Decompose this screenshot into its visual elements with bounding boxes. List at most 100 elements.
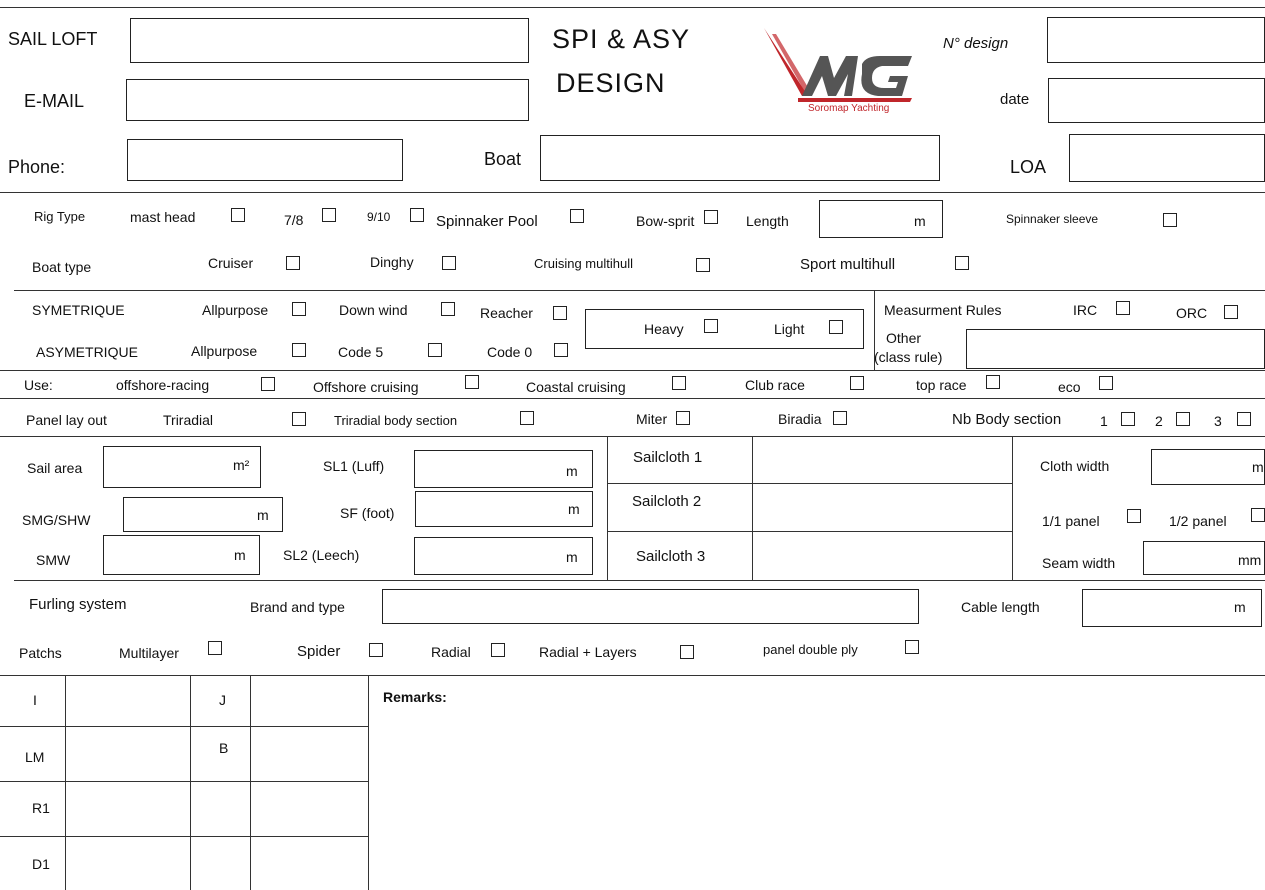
sl2-leech-unit: m <box>566 549 578 565</box>
measure-j-value[interactable] <box>251 676 368 726</box>
sf-foot-field[interactable] <box>415 491 593 527</box>
measurement-rules-label: Measurment Rules <box>884 302 1002 318</box>
light-checkbox[interactable] <box>829 320 843 334</box>
club-race-checkbox[interactable] <box>850 376 864 390</box>
smg-shw-label: SMG/SHW <box>22 512 91 528</box>
reacher-checkbox[interactable] <box>553 306 567 320</box>
coastal-cruising-checkbox[interactable] <box>672 376 686 390</box>
miter-label: Miter <box>636 411 668 427</box>
measure-d1-value[interactable] <box>66 837 190 890</box>
dinghy-checkbox[interactable] <box>442 256 456 270</box>
rule-sailtype <box>14 290 1265 291</box>
patchs-label: Patchs <box>19 645 62 661</box>
multilayer-checkbox[interactable] <box>208 641 222 655</box>
down-wind-checkbox[interactable] <box>441 302 455 316</box>
sailcloth-1-value[interactable] <box>753 437 1011 482</box>
cloth-width-label: Cloth width <box>1040 458 1110 474</box>
offshore-racing-checkbox[interactable] <box>261 377 275 391</box>
eco-checkbox[interactable] <box>1099 376 1113 390</box>
offshore-cruising-checkbox[interactable] <box>465 375 479 389</box>
measure-i-value[interactable] <box>66 676 190 726</box>
panel-full-checkbox[interactable] <box>1127 509 1141 523</box>
nb-body-1-checkbox[interactable] <box>1121 412 1135 426</box>
sailcloth-2-label: Sailcloth 2 <box>632 493 702 510</box>
heavy-checkbox[interactable] <box>704 319 718 333</box>
measure-i-label: I <box>33 692 37 708</box>
spinnaker-pool-label: Spinnaker Pool <box>436 213 538 230</box>
loa-label: LOA <box>1010 157 1047 177</box>
sail-area-unit: m² <box>233 457 250 473</box>
seam-width-unit: mm <box>1238 552 1262 568</box>
measure-r1-label: R1 <box>32 800 50 816</box>
irc-checkbox[interactable] <box>1116 301 1130 315</box>
sf-foot-unit: m <box>568 501 580 517</box>
nb-body-2-checkbox[interactable] <box>1176 412 1190 426</box>
sport-multihull-checkbox[interactable] <box>955 256 969 270</box>
triradial-checkbox[interactable] <box>292 412 306 426</box>
measure-j-label: J <box>219 692 226 708</box>
allpurpose-sym-label: Allpurpose <box>202 302 269 318</box>
spinnaker-pool-checkbox[interactable] <box>570 209 584 223</box>
panel-half-checkbox[interactable] <box>1251 508 1265 522</box>
sailcloth-3-value[interactable] <box>753 532 1011 579</box>
measure-lm-value[interactable] <box>66 727 190 781</box>
n-design-field[interactable] <box>1047 17 1265 63</box>
irc-label: IRC <box>1073 302 1098 318</box>
cloth-width-unit: m <box>1252 459 1264 475</box>
panel-double-ply-label: panel double ply <box>763 642 858 657</box>
furling-system-label: Furling system <box>29 596 127 613</box>
panel-double-ply-checkbox[interactable] <box>905 640 919 654</box>
top-race-checkbox[interactable] <box>986 375 1000 389</box>
down-wind-label: Down wind <box>339 302 408 318</box>
mast-head-label: mast head <box>130 209 196 225</box>
remarks-label: Remarks: <box>383 689 447 705</box>
date-field[interactable] <box>1048 78 1265 123</box>
light-label: Light <box>774 321 805 337</box>
spinnaker-sleeve-checkbox[interactable] <box>1163 213 1177 227</box>
triradial-body-checkbox[interactable] <box>520 411 534 425</box>
nb-body-section-label: Nb Body section <box>952 411 1062 428</box>
cruiser-checkbox[interactable] <box>286 256 300 270</box>
biradia-checkbox[interactable] <box>833 411 847 425</box>
radial-checkbox[interactable] <box>491 643 505 657</box>
smw-label: SMW <box>36 552 71 568</box>
remarks-area[interactable] <box>370 710 1260 885</box>
phone-field[interactable] <box>127 139 403 181</box>
spinnaker-sleeve-label: Spinnaker sleeve <box>1006 212 1099 226</box>
measure-b-value[interactable] <box>251 727 368 781</box>
sail-loft-label: SAIL LOFT <box>8 29 98 49</box>
code0-checkbox[interactable] <box>554 343 568 357</box>
offshore-racing-label: offshore-racing <box>116 377 210 393</box>
class-rule-label: (class rule) <box>874 349 943 365</box>
cruising-multihull-label: Cruising multihull <box>534 256 633 271</box>
nine-tenths-checkbox[interactable] <box>410 208 424 222</box>
loa-field[interactable] <box>1069 134 1265 182</box>
bow-sprit-checkbox[interactable] <box>704 210 718 224</box>
allpurpose-asy-checkbox[interactable] <box>292 343 306 357</box>
spider-checkbox[interactable] <box>369 643 383 657</box>
seven-eighths-checkbox[interactable] <box>322 208 336 222</box>
other-class-rule-field[interactable] <box>966 329 1265 369</box>
brand-type-field[interactable] <box>382 589 919 624</box>
orc-label: ORC <box>1176 305 1208 321</box>
code5-checkbox[interactable] <box>428 343 442 357</box>
nb-body-3-checkbox[interactable] <box>1237 412 1251 426</box>
asymetrique-label: ASYMETRIQUE <box>36 344 138 360</box>
panel-full-label: 1/1 panel <box>1042 513 1100 529</box>
sail-loft-field[interactable] <box>130 18 529 63</box>
measure-r1-value[interactable] <box>66 782 190 836</box>
sailcloth-right-border <box>1012 436 1013 580</box>
boat-field[interactable] <box>540 135 940 181</box>
rule-dims <box>0 436 1265 437</box>
miter-checkbox[interactable] <box>676 411 690 425</box>
radial-layers-checkbox[interactable] <box>680 645 694 659</box>
allpurpose-sym-checkbox[interactable] <box>292 302 306 316</box>
cloth-width-field[interactable] <box>1151 449 1265 485</box>
mast-head-checkbox[interactable] <box>231 208 245 222</box>
sailcloth-2-value[interactable] <box>753 484 1011 530</box>
cruising-multihull-checkbox[interactable] <box>696 258 710 272</box>
orc-checkbox[interactable] <box>1224 305 1238 319</box>
triradial-body-label: Triradial body section <box>334 413 458 428</box>
smw-unit: m <box>234 547 246 563</box>
email-field[interactable] <box>126 79 529 121</box>
